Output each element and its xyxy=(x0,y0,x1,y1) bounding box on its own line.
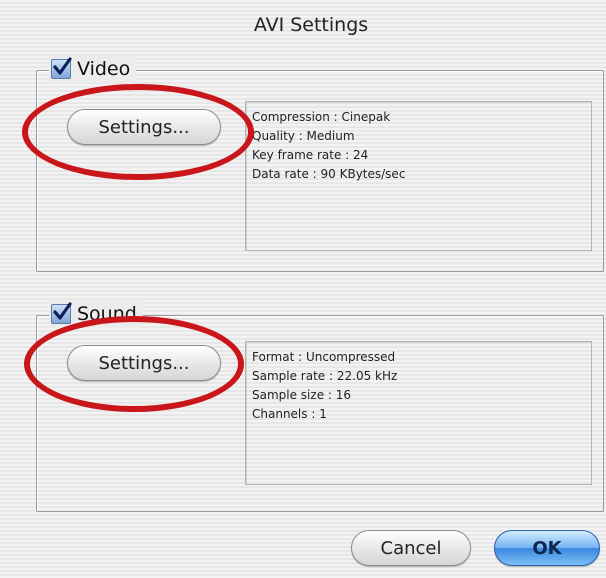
video-settings-button[interactable]: Settings... xyxy=(67,109,221,145)
video-info-box: Compression : Cinepak Quality : Medium K… xyxy=(245,101,592,251)
sound-checkbox[interactable] xyxy=(51,302,72,324)
checkmark-icon xyxy=(53,302,72,320)
sound-legend: Sound xyxy=(49,300,143,328)
video-group: Video Settings... Compression : Cinepak … xyxy=(36,55,604,272)
sound-sample-rate: Sample rate : 22.05 kHz xyxy=(252,369,398,383)
sound-group: Sound Settings... Format : Uncompressed … xyxy=(36,300,604,512)
video-key-frame-rate: Key frame rate : 24 xyxy=(252,148,369,162)
sound-label: Sound xyxy=(77,303,137,325)
sound-channels: Channels : 1 xyxy=(252,407,327,421)
ok-button[interactable]: OK xyxy=(494,530,600,566)
video-label: Video xyxy=(77,58,131,80)
checkmark-icon xyxy=(53,57,72,75)
sound-format: Format : Uncompressed xyxy=(252,350,396,364)
sound-sample-size: Sample size : 16 xyxy=(252,388,352,402)
video-checkbox[interactable] xyxy=(51,57,72,79)
dialog-title: AVI Settings xyxy=(253,14,369,36)
video-compression: Compression : Cinepak xyxy=(252,110,391,124)
video-legend: Video xyxy=(49,55,137,83)
cancel-button[interactable]: Cancel xyxy=(351,530,471,566)
avi-settings-dialog: AVI Settings Video Settings... Compressi… xyxy=(16,0,606,578)
video-quality: Quality : Medium xyxy=(252,129,355,143)
sound-info-box: Format : Uncompressed Sample rate : 22.0… xyxy=(245,341,592,485)
video-data-rate: Data rate : 90 KBytes/sec xyxy=(252,167,406,181)
sound-settings-button[interactable]: Settings... xyxy=(67,345,221,381)
